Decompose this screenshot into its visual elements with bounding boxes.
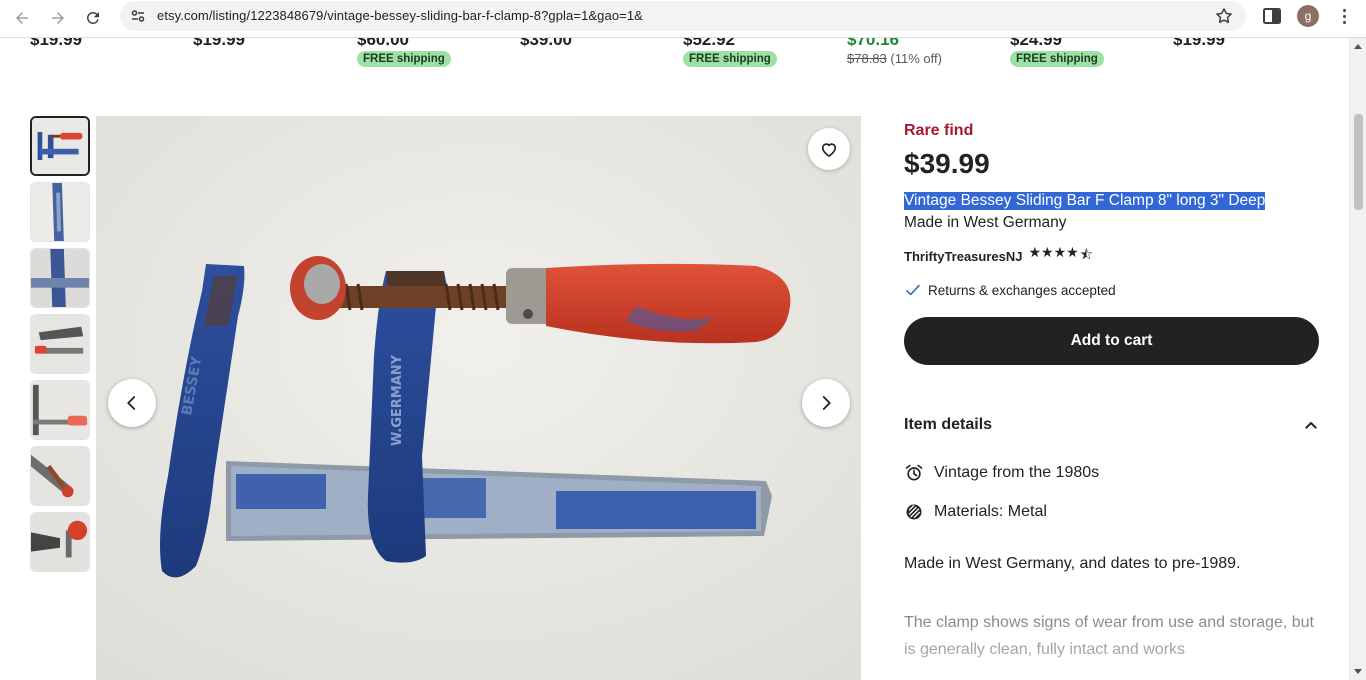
bookmark-star-icon[interactable]: [1214, 6, 1234, 26]
rec-price: $60.00: [357, 38, 409, 49]
detail-row-vintage: Vintage from the 1980s: [904, 463, 1099, 483]
listing-title-line2: Made in West Germany: [904, 214, 1067, 231]
previous-image-button[interactable]: [108, 379, 156, 427]
rec-price: $24.99: [1010, 38, 1062, 49]
star-rating[interactable]: ★★★★ ⯪: [1029, 244, 1093, 268]
shop-name-link[interactable]: ThriftyTreasuresNJ: [904, 249, 1023, 264]
listing-title-selected[interactable]: Vintage Bessey Sliding Bar F Clamp 8" lo…: [904, 192, 1266, 210]
chevron-right-icon: [822, 396, 831, 410]
returns-info: Returns & exchanges accepted: [904, 281, 1116, 299]
description-paragraph-1: Made in West Germany, and dates to pre-1…: [904, 555, 1241, 572]
rare-find-label: Rare find: [904, 122, 974, 139]
profile-avatar[interactable]: g: [1297, 5, 1319, 27]
photo-bar-text: W.GERMANY: [390, 354, 405, 446]
description-paragraph-2: The clamp shows signs of wear from use a…: [904, 614, 1314, 658]
next-image-button[interactable]: [802, 379, 850, 427]
free-shipping-badge: FREE shipping: [683, 51, 777, 67]
thumbnail-7[interactable]: [30, 512, 90, 572]
reload-icon[interactable]: [78, 3, 108, 33]
rec-price: $19.99: [193, 38, 245, 49]
thumbnail-5[interactable]: [30, 380, 90, 440]
checkmark-icon: [906, 284, 920, 296]
side-panel-icon[interactable]: [1261, 5, 1283, 27]
profile-initial: g: [1304, 9, 1312, 23]
discount-text: (11% off): [890, 51, 942, 66]
recommendation-strip: $19.99 $19.99 $60.00 FREE shipping $39.0…: [0, 38, 1349, 72]
free-shipping-badge: FREE shipping: [357, 51, 451, 67]
listing-price: $39.99: [904, 148, 990, 179]
item-details-heading: Item details: [904, 416, 993, 433]
alarm-clock-icon: [904, 463, 924, 483]
star-icons: ★★★★: [1028, 244, 1079, 260]
materials-icon: [904, 502, 924, 522]
rec-old-price: $78.83 (11% off): [847, 51, 942, 66]
rec-price: $39.00: [520, 38, 572, 49]
main-product-photo[interactable]: BESSEY W.GERMANY: [96, 116, 861, 680]
scroll-thumb[interactable]: [1354, 114, 1363, 210]
url-text[interactable]: etsy.com/listing/1223848679/vintage-bess…: [157, 8, 643, 23]
back-arrow-icon[interactable]: [7, 3, 37, 33]
strikethrough-price: $78.83: [847, 51, 887, 66]
thumbnail-6[interactable]: [30, 446, 90, 506]
favorite-button[interactable]: [808, 128, 850, 170]
forward-arrow-icon[interactable]: [43, 3, 73, 33]
item-details-toggle[interactable]: Item details: [904, 412, 1319, 438]
rec-price: $52.92: [683, 38, 735, 49]
site-info-icon[interactable]: [127, 6, 149, 26]
kebab-menu-icon[interactable]: [1335, 5, 1353, 27]
detail-row-materials: Materials: Metal: [904, 502, 1047, 522]
heart-icon: [821, 143, 837, 157]
free-shipping-badge: FREE shipping: [1010, 51, 1104, 67]
rec-price: $19.99: [30, 38, 82, 49]
detail-vintage-text: Vintage from the 1980s: [934, 464, 1100, 481]
browser-toolbar: etsy.com/listing/1223848679/vintage-bess…: [0, 0, 1366, 38]
rec-price: $19.99: [1173, 38, 1225, 49]
half-star-icon: ⯪: [1079, 246, 1093, 262]
thumbnail-3[interactable]: [30, 248, 90, 308]
scroll-down-arrow-icon[interactable]: [1354, 669, 1362, 674]
detail-materials-text: Materials: Metal: [934, 503, 1047, 520]
chevron-up-icon: [1305, 422, 1317, 429]
thumbnail-1[interactable]: [30, 116, 90, 176]
address-bar[interactable]: etsy.com/listing/1223848679/vintage-bess…: [120, 1, 1246, 31]
returns-text: Returns & exchanges accepted: [928, 282, 1116, 298]
thumbnail-4[interactable]: [30, 314, 90, 374]
thumbnail-2[interactable]: [30, 182, 90, 242]
add-to-cart-button[interactable]: Add to cart: [904, 317, 1319, 365]
page-scrollbar[interactable]: [1349, 38, 1366, 680]
shop-rating-row: ThriftyTreasuresNJ ★★★★ ⯪: [904, 244, 1093, 268]
chevron-left-icon: [127, 396, 136, 410]
rec-sale-price: $70.16: [847, 38, 899, 49]
scroll-up-arrow-icon[interactable]: [1354, 44, 1362, 49]
listing-title: Vintage Bessey Sliding Bar F Clamp 8" lo…: [904, 190, 1266, 212]
